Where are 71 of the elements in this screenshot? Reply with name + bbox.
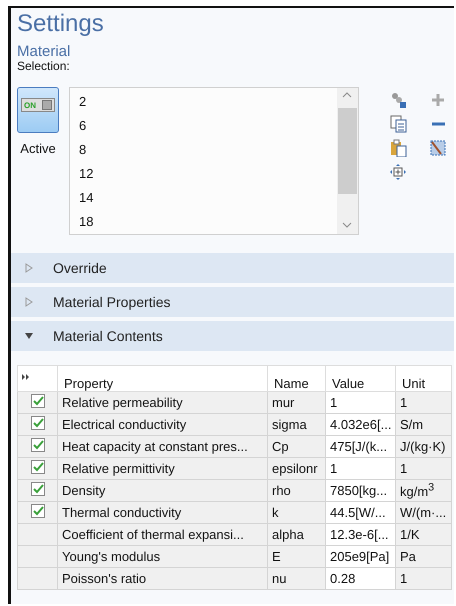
column-header[interactable]: Value xyxy=(326,366,396,392)
unit-cell: J/(kg·K) xyxy=(396,436,452,458)
value-cell[interactable]: 1 xyxy=(326,392,396,414)
property-cell: Coefficient of thermal expansi... xyxy=(58,524,268,546)
unit-cell: 1 xyxy=(396,458,452,480)
value-cell[interactable]: 205e9[Pa] xyxy=(326,546,396,568)
column-header[interactable]: Unit xyxy=(396,366,452,392)
property-cell: Relative permittivity xyxy=(58,458,268,480)
section-header[interactable]: Material Properties xyxy=(11,287,454,317)
unit-cell: W/(m·... xyxy=(396,502,452,524)
value-cell[interactable]: 44.5[W/... xyxy=(326,502,396,524)
checkbox[interactable] xyxy=(30,482,44,496)
column-header[interactable]: Name xyxy=(268,366,326,392)
property-cell: Electrical conductivity xyxy=(58,414,268,436)
toggle-label: Active xyxy=(20,141,56,156)
list-item[interactable]: 2 xyxy=(79,90,86,114)
property-cell: Thermal conductivity xyxy=(58,502,268,524)
list-item[interactable]: 18 xyxy=(79,210,94,234)
panel-title: Settings xyxy=(16,9,105,38)
unit-cell: 1/K xyxy=(396,524,452,546)
copy-icon[interactable] xyxy=(389,115,407,133)
checkbox[interactable] xyxy=(30,460,44,474)
expand-arrow-icon[interactable] xyxy=(25,263,33,273)
selection-list[interactable]: 2 6 8 12 14 18 xyxy=(69,87,359,235)
value-cell[interactable]: 7850[kg... xyxy=(326,480,396,502)
property-cell: Heat capacity at constant pres... xyxy=(58,436,268,458)
clear-selection-icon[interactable] xyxy=(429,139,447,157)
name-cell: sigma xyxy=(268,414,326,436)
name-cell: k xyxy=(268,502,326,524)
value-cell[interactable]: 1 xyxy=(326,458,396,480)
unit-cell: kg/m$^{3}$ xyxy=(396,480,452,502)
section-title: Material xyxy=(16,42,72,59)
checkbox[interactable] xyxy=(30,504,44,518)
value-cell[interactable]: 4.032e6[... xyxy=(326,414,396,436)
property-cell: Young's modulus xyxy=(58,546,268,568)
collapse-arrow-icon[interactable] xyxy=(25,331,33,341)
scrollbar[interactable] xyxy=(337,88,358,234)
name-cell: alpha xyxy=(268,524,326,546)
paste-icon[interactable] xyxy=(389,139,407,157)
name-cell: mur xyxy=(268,392,326,414)
plus-icon[interactable] xyxy=(429,91,447,109)
expand-columns-icon[interactable] xyxy=(22,374,30,380)
expand-arrow-icon[interactable] xyxy=(25,297,33,307)
list-item[interactable]: 6 xyxy=(79,114,86,138)
unit-cell: 1 xyxy=(396,392,452,414)
checkbox[interactable] xyxy=(30,394,44,408)
unit-cell: Pa xyxy=(396,546,452,568)
name-cell: E xyxy=(268,546,326,568)
checkbox[interactable] xyxy=(30,438,44,452)
value-cell[interactable]: 0.28 xyxy=(326,568,396,590)
value-cell[interactable]: 12.3e-6[... xyxy=(326,524,396,546)
selection-label: Selection: xyxy=(16,59,71,73)
list-item[interactable]: 14 xyxy=(79,186,94,210)
unit-cell: S/m xyxy=(396,414,452,436)
property-cell: Relative permeability xyxy=(58,392,268,414)
property-cell: Density xyxy=(58,480,268,502)
unit-cell: 1 xyxy=(396,568,452,590)
name-cell: rho xyxy=(268,480,326,502)
name-cell: Cp xyxy=(268,436,326,458)
checkbox[interactable] xyxy=(30,416,44,430)
name-cell: nu xyxy=(268,568,326,590)
value-cell[interactable]: 475[J/(k... xyxy=(326,436,396,458)
column-header[interactable]: Property xyxy=(58,366,268,392)
zoom-to-selection-icon[interactable] xyxy=(389,163,407,181)
section-header[interactable]: Material Contents xyxy=(11,321,454,351)
list-item[interactable]: 12 xyxy=(79,162,94,186)
property-cell: Poisson's ratio xyxy=(58,568,268,590)
section-header[interactable]: Override xyxy=(11,253,454,283)
name-cell: epsilonr xyxy=(268,458,326,480)
objects-icon[interactable] xyxy=(389,91,407,109)
list-item[interactable]: 8 xyxy=(79,138,86,162)
